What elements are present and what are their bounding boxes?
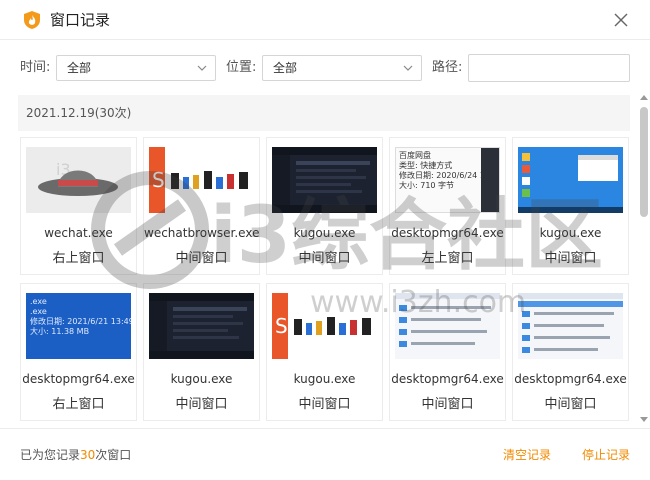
- exe-name: desktopmgr64.exe: [391, 226, 504, 240]
- time-filter-value: 全部: [67, 61, 92, 75]
- record-card[interactable]: kugou.exe 中间窗口: [512, 137, 629, 275]
- window-thumbnail: 百度网盘 类型: 快捷方式 修改日期: 2020/6/24 1 大小: 710 …: [395, 147, 500, 213]
- window-thumbnail: [518, 293, 623, 359]
- list-window-icon: [395, 293, 500, 359]
- footer: 已为您记录30次窗口 清空记录 停止记录: [0, 428, 650, 480]
- title-bar: 窗口记录: [0, 0, 650, 40]
- window-position: 左上窗口: [421, 251, 474, 266]
- time-filter-label: 时间:: [20, 60, 51, 75]
- window-position: 右上窗口: [52, 397, 105, 412]
- stop-recording-button[interactable]: 停止记录: [582, 448, 630, 462]
- status-prefix: 已为您记录: [20, 448, 81, 462]
- status-suffix: 次窗口: [95, 448, 132, 462]
- dark-app-icon: [272, 147, 377, 213]
- exe-name: desktopmgr64.exe: [391, 372, 504, 386]
- window-thumbnail: i3: [26, 147, 131, 213]
- record-card[interactable]: S wechatbrowser.exe 中间窗口: [143, 137, 260, 275]
- scroll-up-arrow-icon[interactable]: [640, 95, 648, 100]
- path-filter-input[interactable]: [468, 54, 630, 82]
- hat-watermark-icon: i3: [26, 147, 131, 213]
- window-thumbnail: .exe .exe 修改日期: 2021/6/21 13:49 大小: 11.3…: [26, 293, 131, 359]
- dark-app-icon: [149, 293, 254, 359]
- record-card[interactable]: S kugou.exe 中间窗口: [266, 283, 383, 421]
- side-panel: [481, 148, 499, 212]
- chevron-down-icon: [197, 65, 207, 71]
- vertical-scrollbar[interactable]: [638, 95, 648, 425]
- record-card[interactable]: .exe .exe 修改日期: 2021/6/21 13:49 大小: 11.3…: [20, 283, 137, 421]
- position-filter-label: 位置:: [226, 60, 257, 75]
- window-position: 中间窗口: [298, 251, 351, 266]
- window-position: 右上窗口: [52, 251, 105, 266]
- filter-bar: 时间: 全部 位置: 全部 路径:: [0, 52, 650, 84]
- path-filter-label: 路径:: [432, 60, 463, 75]
- date-group-label: 2021.12.19(30次): [26, 106, 132, 120]
- record-card[interactable]: desktopmgr64.exe 中间窗口: [389, 283, 506, 421]
- record-card[interactable]: i3 wechat.exe 右上窗口: [20, 137, 137, 275]
- window-position: 中间窗口: [298, 397, 351, 412]
- window-thumbnail: S: [272, 293, 377, 359]
- record-card[interactable]: 百度网盘 类型: 快捷方式 修改日期: 2020/6/24 1 大小: 710 …: [389, 137, 506, 275]
- date-group-header: 2021.12.19(30次): [18, 95, 630, 131]
- desktop-icon: [518, 147, 623, 213]
- window-thumbnail: [518, 147, 623, 213]
- tooltip-line: 大小: 11.38 MB: [30, 327, 90, 336]
- flame-shield-icon: [24, 11, 40, 29]
- window-thumbnail: [395, 293, 500, 359]
- exe-name: kugou.exe: [539, 226, 602, 240]
- exe-name: desktopmgr64.exe: [22, 372, 135, 386]
- exe-name: kugou.exe: [293, 372, 356, 386]
- svg-text:S: S: [152, 168, 165, 192]
- record-card[interactable]: kugou.exe 中间窗口: [266, 137, 383, 275]
- window-title: 窗口记录: [50, 11, 111, 29]
- scroll-down-arrow-icon[interactable]: [640, 417, 648, 422]
- window-position: 中间窗口: [421, 397, 474, 412]
- window-position: 中间窗口: [175, 397, 228, 412]
- record-card[interactable]: desktopmgr64.exe 中间窗口: [512, 283, 629, 421]
- tooltip-text: .exe .exe 修改日期: 2021/6/21 13:49 大小: 11.3…: [30, 297, 131, 337]
- close-icon[interactable]: [612, 11, 630, 29]
- position-filter-select[interactable]: 全部: [262, 55, 422, 81]
- position-filter-value: 全部: [273, 61, 298, 75]
- tooltip-line: 大小: 710 字节: [399, 181, 455, 190]
- list-window-icon: [518, 293, 623, 359]
- svg-text:S: S: [275, 314, 288, 338]
- tooltip-line: .exe: [30, 297, 47, 306]
- window-position: 中间窗口: [544, 251, 597, 266]
- tooltip-line: 修改日期: 2021/6/21 13:49: [30, 317, 131, 326]
- time-filter-select[interactable]: 全部: [56, 55, 216, 81]
- window-position: 中间窗口: [544, 397, 597, 412]
- logo-banner-icon: S: [272, 293, 377, 359]
- tooltip-line: 类型: 快捷方式: [399, 161, 453, 170]
- exe-name: desktopmgr64.exe: [514, 372, 627, 386]
- record-count-status: 已为您记录30次窗口: [20, 448, 131, 462]
- scrollbar-thumb[interactable]: [640, 107, 648, 217]
- logo-banner-icon: S: [149, 147, 254, 213]
- exe-name: wechat.exe: [44, 226, 113, 240]
- tooltip-text: 百度网盘 类型: 快捷方式 修改日期: 2020/6/24 1 大小: 710 …: [399, 151, 485, 191]
- record-card[interactable]: kugou.exe 中间窗口: [143, 283, 260, 421]
- record-list: 2021.12.19(30次) i3 wechat.exe 右上窗口 S wec…: [18, 95, 630, 425]
- chevron-down-icon: [403, 65, 413, 71]
- exe-name: kugou.exe: [293, 226, 356, 240]
- window-position: 中间窗口: [175, 251, 228, 266]
- window-thumbnail: [149, 293, 254, 359]
- tooltip-line: 百度网盘: [399, 151, 431, 160]
- tooltip-line: .exe: [30, 307, 47, 316]
- record-count: 30: [80, 448, 96, 462]
- window-thumbnail: [272, 147, 377, 213]
- clear-records-button[interactable]: 清空记录: [503, 448, 551, 462]
- exe-name: kugou.exe: [170, 372, 233, 386]
- exe-name: wechatbrowser.exe: [144, 226, 260, 240]
- tooltip-line: 修改日期: 2020/6/24 1: [399, 171, 485, 180]
- window-thumbnail: S: [149, 147, 254, 213]
